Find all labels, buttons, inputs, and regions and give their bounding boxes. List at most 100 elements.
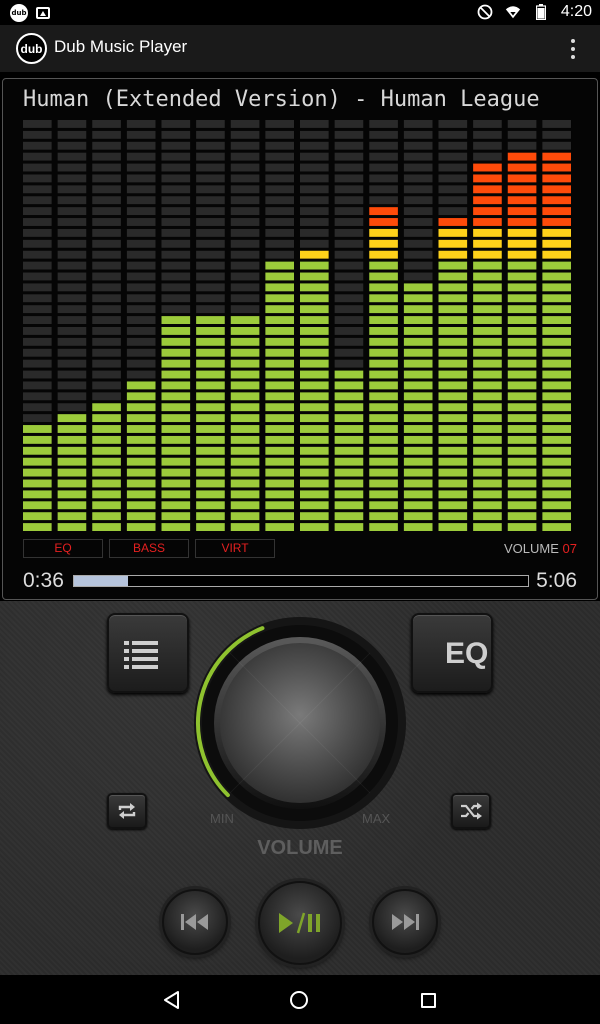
spectrum-segment [369, 272, 398, 281]
spectrum-segment [161, 348, 191, 357]
spectrum-segment [126, 457, 156, 466]
spectrum-segment [230, 130, 260, 139]
spectrum-segment [438, 152, 468, 161]
volume-knob[interactable] [190, 613, 410, 833]
spectrum-segment [334, 185, 364, 194]
spectrum-segment [300, 207, 329, 216]
spectrum-segment [438, 479, 468, 488]
spectrum-segment [126, 141, 156, 150]
spectrum-segment [92, 403, 121, 412]
previous-track-button[interactable] [162, 889, 228, 955]
spectrum-segment [126, 305, 156, 314]
spectrum-bar-16 [542, 120, 572, 531]
spectrum-segment [438, 250, 468, 259]
spectrum-segment [507, 327, 537, 335]
next-track-button[interactable] [372, 889, 438, 955]
spectrum-segment [507, 130, 537, 139]
spectrum-segment [92, 512, 121, 521]
equalizer-button[interactable]: EQ [411, 613, 493, 693]
spectrum-segment [300, 163, 329, 172]
shuffle-icon [461, 802, 482, 820]
spectrum-segment [403, 501, 433, 510]
spectrum-segment [542, 468, 572, 477]
seek-bar[interactable] [73, 575, 529, 587]
recents-icon[interactable] [421, 993, 436, 1008]
spectrum-segment [507, 207, 537, 216]
spectrum-segment [300, 414, 329, 423]
playlist-button[interactable] [107, 613, 189, 693]
spectrum-segment [230, 392, 260, 401]
spectrum-segment [196, 294, 225, 303]
spectrum-segment [334, 435, 364, 444]
back-icon[interactable] [163, 991, 181, 1009]
spectrum-segment [196, 359, 225, 368]
spectrum-segment [369, 370, 398, 379]
spectrum-segment [507, 403, 537, 412]
spectrum-segment [334, 512, 364, 521]
spectrum-segment [438, 283, 468, 292]
spectrum-segment [57, 348, 87, 357]
bass-tag: BASS [109, 539, 189, 558]
spectrum-segment [438, 381, 468, 390]
spectrum-segment [265, 207, 295, 216]
spectrum-segment [438, 457, 468, 466]
spectrum-segment [92, 228, 121, 237]
spectrum-segment [265, 239, 295, 248]
spectrum-segment [23, 348, 52, 357]
play-pause-button[interactable] [258, 881, 342, 965]
spectrum-segment [57, 207, 87, 216]
spectrum-segment [334, 457, 364, 466]
spectrum-segment [473, 196, 502, 205]
spectrum-segment [196, 316, 225, 324]
spectrum-segment [126, 348, 156, 357]
spectrum-segment [23, 152, 52, 161]
spectrum-segment [196, 435, 225, 444]
home-icon[interactable] [290, 991, 308, 1009]
spectrum-segment [403, 163, 433, 172]
spectrum-segment [507, 435, 537, 444]
spectrum-segment [161, 392, 191, 401]
spectrum-segment [161, 425, 191, 433]
current-time: 0:36 [23, 569, 64, 592]
app-title: Dub Music Player [54, 37, 188, 56]
spectrum-segment [542, 239, 572, 248]
spectrum-segment [265, 120, 295, 128]
spectrum-segment [265, 392, 295, 401]
spectrum-segment [196, 457, 225, 466]
equalizer-button-label: EQ [445, 637, 489, 670]
spectrum-segment [92, 381, 121, 390]
spectrum-segment [438, 305, 468, 314]
spectrum-segment [438, 414, 468, 423]
spectrum-segment [92, 457, 121, 466]
spectrum-segment [403, 414, 433, 423]
spectrum-segment [230, 261, 260, 270]
spectrum-segment [334, 141, 364, 150]
spectrum-segment [23, 512, 52, 521]
spectrum-segment [334, 523, 364, 531]
overflow-menu-icon[interactable] [570, 39, 576, 59]
spectrum-segment [403, 218, 433, 226]
spectrum-segment [92, 479, 121, 488]
spectrum-segment [438, 359, 468, 368]
skip-previous-icon [181, 914, 208, 930]
spectrum-segment [438, 207, 468, 216]
shuffle-button[interactable] [451, 793, 491, 829]
spectrum-bar-11 [369, 120, 398, 531]
spectrum-segment [23, 403, 52, 412]
spectrum-segment [230, 141, 260, 150]
spectrum-segment [473, 272, 502, 281]
spectrum-segment [196, 283, 225, 292]
spectrum-segment [473, 130, 502, 139]
spectrum-segment [161, 490, 191, 499]
spectrum-segment [57, 457, 87, 466]
spectrum-segment [126, 239, 156, 248]
spectrum-segment [369, 403, 398, 412]
spectrum-segment [92, 501, 121, 510]
spectrum-segment [369, 294, 398, 303]
spectrum-segment [265, 435, 295, 444]
spectrum-segment [403, 457, 433, 466]
repeat-button[interactable] [107, 793, 147, 829]
spectrum-segment [92, 468, 121, 477]
spectrum-segment [23, 163, 52, 172]
spectrum-segment [161, 457, 191, 466]
